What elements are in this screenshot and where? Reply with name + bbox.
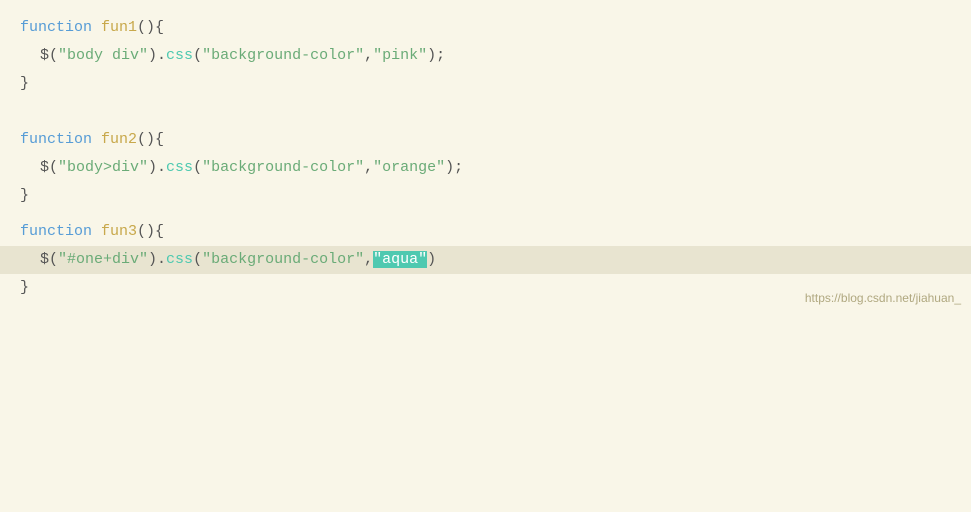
- fun3-body: $("#one+div").css("background-color","aq…: [0, 246, 971, 274]
- fun2-body: $("body>div").css("background-color","or…: [0, 154, 971, 182]
- fun2-header: function fun2(){: [0, 126, 971, 154]
- separator-1: [0, 102, 971, 122]
- fun1-body: $("body div").css("background-color","pi…: [0, 42, 971, 70]
- cursor-highlight: "aqua": [373, 251, 427, 268]
- code-container: function fun1(){ $("body div").css("back…: [0, 0, 971, 316]
- function-name-1: fun1: [101, 16, 137, 40]
- keyword-function-1: function: [20, 16, 92, 40]
- keyword-function-3: function: [20, 220, 92, 244]
- fun1-header: function fun1(){: [0, 14, 971, 42]
- keyword-function-2: function: [20, 128, 92, 152]
- fun3-header: function fun3(){: [0, 218, 971, 246]
- fun1-footer: }: [0, 70, 971, 98]
- fun2-footer: }: [0, 182, 971, 210]
- function-block-2: function fun2(){ $("body>div").css("back…: [0, 122, 971, 214]
- function-name-2: fun2: [101, 128, 137, 152]
- watermark: https://blog.csdn.net/jiahuan_: [805, 289, 961, 308]
- function-name-3: fun3: [101, 220, 137, 244]
- function-block-1: function fun1(){ $("body div").css("back…: [0, 10, 971, 102]
